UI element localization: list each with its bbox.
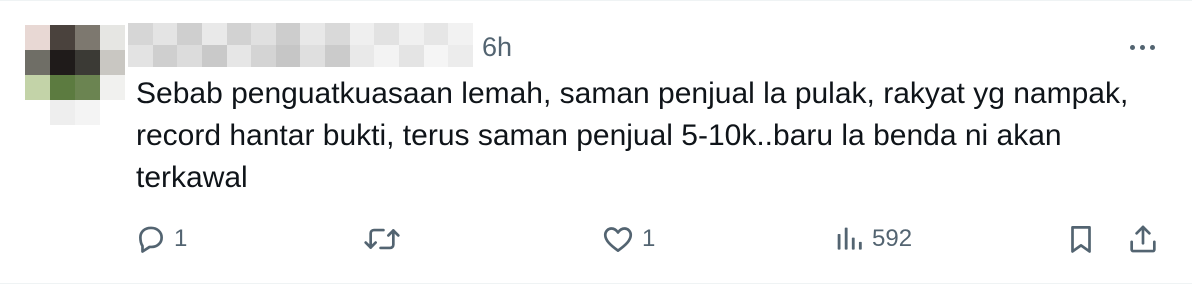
action-bar: 1 1 592 — [0, 219, 1192, 259]
reply-count: 1 — [174, 225, 188, 252]
bar-chart-icon — [837, 227, 862, 250]
bookmark-button[interactable] — [1064, 219, 1098, 259]
like-count: 1 — [642, 225, 656, 252]
speech-bubble-icon — [139, 226, 163, 253]
bookmark-icon — [1071, 226, 1091, 253]
retweet-arrows-icon — [364, 228, 400, 250]
retweet-button[interactable] — [362, 219, 402, 259]
heart-icon — [603, 227, 633, 252]
share-button[interactable] — [1126, 219, 1160, 259]
tweet-text: Sebab penguatkuasaan lemah, saman penjua… — [136, 73, 1166, 199]
avatar[interactable] — [25, 25, 125, 125]
views-button[interactable]: 592 — [832, 219, 912, 259]
upload-arrow-icon — [1130, 225, 1156, 253]
reply-button[interactable]: 1 — [134, 219, 187, 259]
author-name-redacted[interactable] — [128, 23, 473, 67]
tweet-text-line: terkawal — [136, 161, 248, 194]
views-count: 592 — [872, 225, 913, 252]
more-options-button[interactable] — [1124, 35, 1160, 59]
tweet-text-line: record hantar bukti, terus saman penjual… — [136, 119, 1062, 152]
tweet-text-line: Sebab penguatkuasaan lemah, saman penjua… — [136, 77, 1129, 110]
tweet-card[interactable]: 6h Sebab penguatkuasaan lemah, saman pen… — [0, 0, 1192, 284]
like-button[interactable]: 1 — [600, 219, 655, 259]
ellipsis-icon — [1129, 44, 1135, 50]
timestamp[interactable]: 6h — [482, 31, 512, 63]
